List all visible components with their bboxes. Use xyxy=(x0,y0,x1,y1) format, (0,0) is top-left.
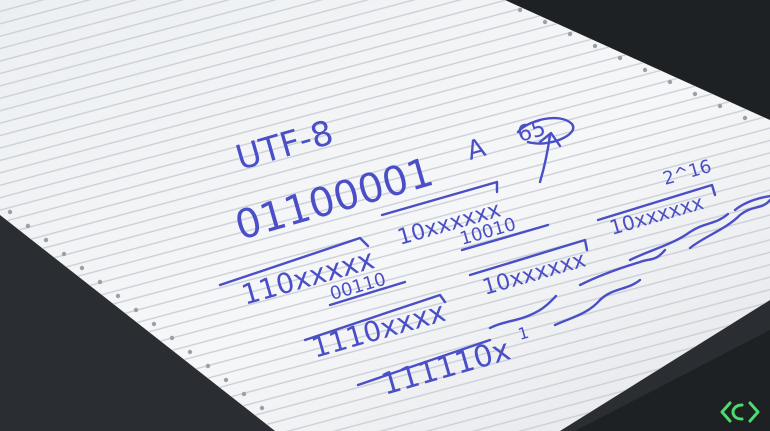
notebook-photo: UTF-8 01100001 A 65 10xxxxxx 110xxxxx 00… xyxy=(0,0,770,431)
channel-logo-icon xyxy=(720,401,760,423)
photo-scene: UTF-8 01100001 A 65 10xxxxxx 110xxxxx 00… xyxy=(0,0,770,431)
